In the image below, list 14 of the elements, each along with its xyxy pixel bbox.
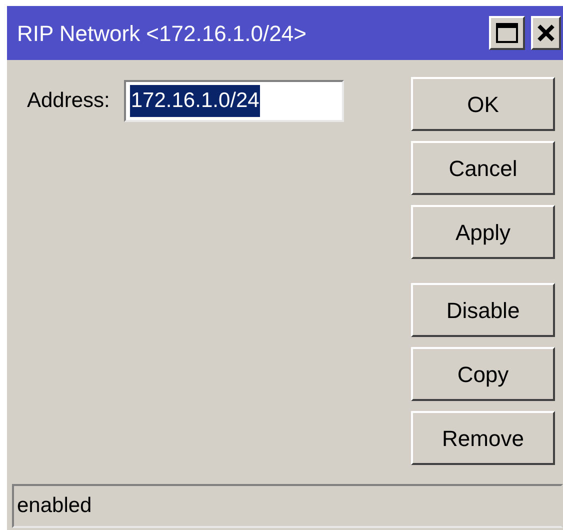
dialog-button[interactable]: Disable — [411, 283, 555, 337]
status-text: enabled — [17, 493, 92, 520]
field-label: Address: — [27, 88, 110, 114]
close-button[interactable] — [531, 16, 561, 50]
window-title: RIP Network <172.16.1.0/24> — [17, 20, 306, 48]
dialog-button[interactable]: OK — [411, 77, 555, 131]
dialog-button[interactable]: Apply — [411, 205, 555, 259]
dialog-button[interactable]: Copy — [411, 347, 555, 401]
dialog-button[interactable]: Remove — [411, 411, 555, 465]
close-icon — [537, 24, 555, 42]
dialog-button[interactable]: Cancel — [411, 141, 555, 195]
maximize-button[interactable] — [489, 16, 525, 50]
address-field[interactable]: 172.16.1.0/24 — [124, 80, 344, 122]
maximize-icon — [496, 23, 518, 43]
